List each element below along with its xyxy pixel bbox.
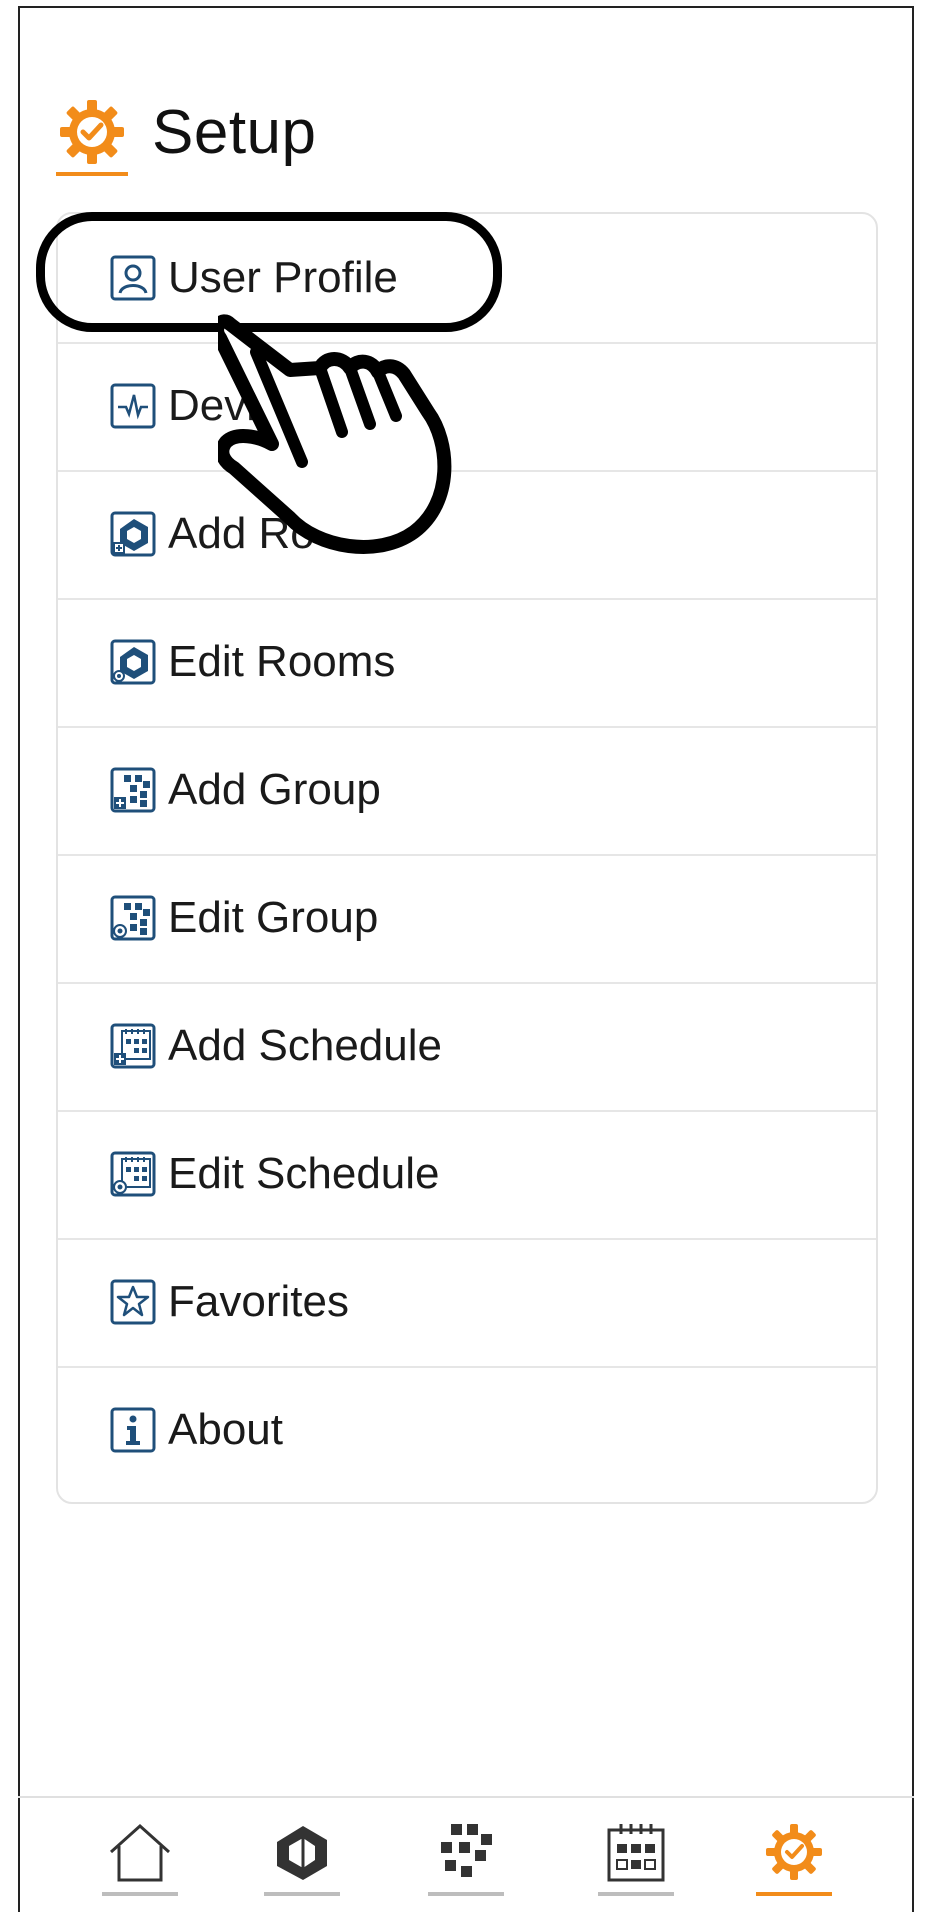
gear-check-icon <box>56 96 128 176</box>
menu-item-about[interactable]: About <box>58 1366 876 1494</box>
rooms-icon <box>277 1826 327 1880</box>
edit-schedule-icon <box>110 1151 156 1197</box>
menu-item-label: About <box>168 1405 283 1454</box>
menu-item-label: Add Group <box>168 765 381 814</box>
tab-indicator <box>264 1892 340 1896</box>
page-header: Setup <box>56 92 317 176</box>
add-schedule-icon <box>110 1023 156 1069</box>
schedule-icon <box>607 1824 665 1882</box>
menu-item-edit-rooms[interactable]: Edit Rooms <box>58 598 876 728</box>
star-icon <box>110 1279 156 1325</box>
menu-item-edit-schedule[interactable]: Edit Schedule <box>58 1110 876 1240</box>
menu-item-edit-group[interactable]: Edit Group <box>58 854 876 984</box>
menu-item-label: Edit Group <box>168 893 379 942</box>
info-icon <box>110 1407 156 1453</box>
menu-item-label: Favorites <box>168 1277 349 1326</box>
home-icon <box>109 1823 171 1882</box>
menu-item-label: Add Schedule <box>168 1021 442 1070</box>
groups-icon <box>441 1824 492 1877</box>
tab-indicator <box>428 1892 504 1896</box>
tab-setup[interactable] <box>756 1820 832 1908</box>
edit-rooms-icon <box>110 639 156 685</box>
add-room-icon <box>110 511 156 557</box>
menu-item-add-group[interactable]: Add Group <box>58 726 876 856</box>
menu-item-favorites[interactable]: Favorites <box>58 1238 876 1368</box>
menu-item-label: Edit Rooms <box>168 637 396 686</box>
edit-group-icon <box>110 895 156 941</box>
tab-groups[interactable] <box>428 1820 504 1908</box>
page-title: Setup <box>152 97 317 167</box>
tab-indicator <box>598 1892 674 1896</box>
tab-rooms[interactable] <box>264 1820 340 1908</box>
header-underline <box>56 172 128 176</box>
menu-item-add-schedule[interactable]: Add Schedule <box>58 982 876 1112</box>
tab-home[interactable] <box>102 1820 178 1908</box>
setup-gear-icon <box>766 1824 822 1880</box>
bottom-tab-bar <box>18 1796 914 1918</box>
pointing-hand-icon <box>210 312 478 572</box>
tab-schedule[interactable] <box>598 1820 674 1908</box>
tab-indicator <box>102 1892 178 1896</box>
device-pulse-icon <box>110 383 156 429</box>
tab-indicator <box>756 1892 832 1896</box>
add-group-icon <box>110 767 156 813</box>
menu-item-label: Edit Schedule <box>168 1149 440 1198</box>
